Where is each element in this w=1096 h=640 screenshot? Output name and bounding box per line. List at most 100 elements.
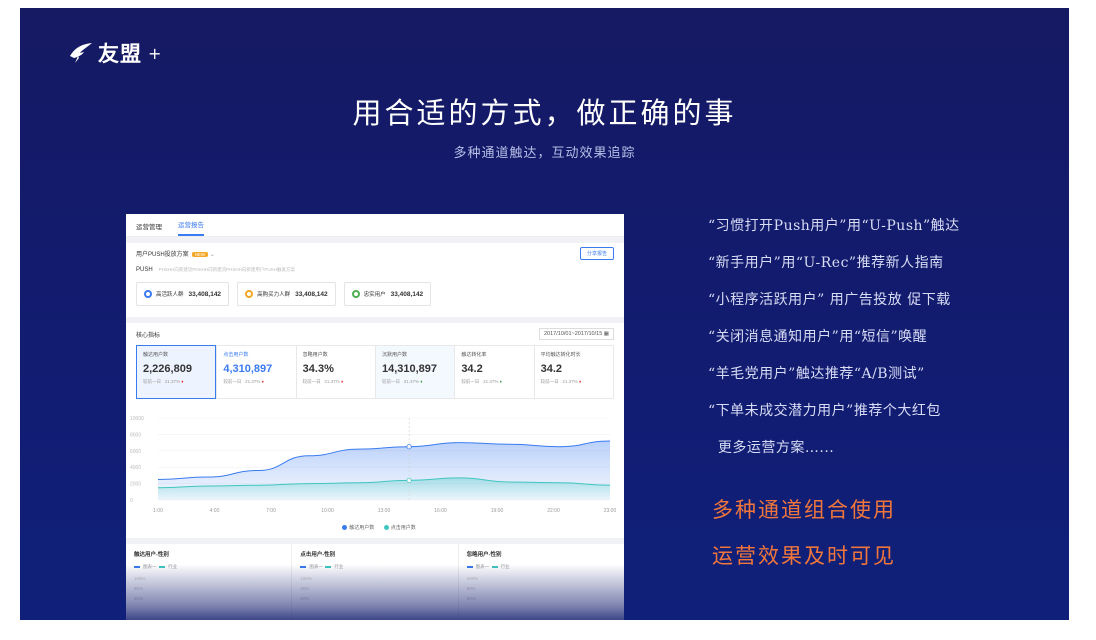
core-title: 核心指标: [136, 332, 161, 339]
dashboard-screenshot: 运营管理 运营报告 用户PUSH投放方案 NEW ⌄ 分享报告 PUSH PHSH…: [126, 214, 624, 620]
metric-card[interactable]: 触达转化率 34.2 较前一日 21.37% ♦: [454, 345, 534, 399]
metric-value: 34.3%: [302, 363, 334, 375]
y-tick-label: 4000: [130, 465, 141, 471]
metric-sub: 较前一日 21.37% ♦: [143, 379, 184, 384]
panel-title: 点击用户-性别: [300, 552, 336, 558]
trend-down-icon: ♦: [261, 379, 264, 384]
x-tick-label: 23:00: [604, 508, 617, 514]
y-tick-label: 2000: [130, 482, 141, 488]
panel-title: 触达用户-性别: [134, 552, 169, 558]
new-badge: NEW: [191, 251, 209, 257]
metric-sub: 较前一日 21.37% ♦: [461, 379, 502, 384]
tab-bar: 运营管理 运营报告: [126, 214, 624, 237]
x-tick-label: 1:00: [153, 508, 163, 514]
tab-report[interactable]: 运营报告: [178, 219, 204, 236]
strategy-list: “习惯打开Push用户”用“U-Push”触达 “新手用户”用“U-Rec”推荐…: [708, 216, 960, 475]
tab-operations[interactable]: 运营管理: [136, 221, 162, 236]
trend-down-icon: ♦: [181, 379, 184, 384]
metric-value: 34.2: [461, 363, 483, 375]
plan-selector[interactable]: 用户PUSH投放方案 NEW ⌄: [136, 249, 215, 258]
metric-sub: 较前一日 21.37% ♦: [223, 379, 264, 384]
strategy-item: “小程序活跃用户” 用广告投放 促下载: [708, 292, 951, 308]
x-tick-label: 16:00: [434, 508, 447, 514]
headline: 用合适的方式，做正确的事: [352, 96, 737, 130]
more-strategies: 更多运营方案…...: [708, 440, 835, 456]
core-metrics-header: 核心指标 2017/10/01~2017/10/15 ▦: [126, 317, 624, 345]
brand-name: 友盟: [98, 42, 142, 66]
x-tick-label: 10:00: [321, 508, 334, 514]
crowd-ring-icon: [351, 290, 360, 298]
metric-card[interactable]: 点击用户数 4,310,897 较前一日 21.37% ♦: [216, 345, 296, 399]
crowd-label: 高购买力人群: [257, 292, 291, 298]
crowd-list: 高活跃人群 33,408,142 高购买力人群 33,408,142 忠实用户 …: [126, 277, 624, 309]
metric-sub: 较前一日 21.37% ♦: [302, 379, 344, 384]
crowd-ring-icon: [144, 290, 152, 298]
bottom-fade: [126, 564, 624, 620]
x-tick-label: 13:00: [378, 508, 391, 514]
metric-card[interactable]: 忽略用户数 34.3% 较前一日 21.37% ♦: [295, 345, 375, 399]
date-range-picker[interactable]: 2017/10/01~2017/10/15 ▦: [539, 328, 614, 340]
crowd-card[interactable]: 忠实用户 33,408,142: [343, 282, 432, 306]
trend-down-icon: ♦: [340, 379, 344, 384]
slide: 友盟 + 用合适的方式，做正确的事 多种通道触达，互动效果追踪 运营管理 运营报…: [20, 8, 1069, 620]
strategy-item: “羊毛党用户”触达推荐“A/B测试”: [708, 366, 925, 382]
legend-swatch: [342, 525, 348, 531]
trend-up-icon: ♦: [499, 379, 502, 384]
metric-card[interactable]: 沉默用户数 14,310,897 较前一日 21.37% ♦: [374, 345, 455, 399]
trend-chart-svg: 10000 8000 6000 4000 2000 0 1:00 4:00 7:00 10:00 1…: [130, 416, 617, 514]
highlight-channels: 多种通道组合使用: [712, 498, 896, 522]
metric-cards: 触达用户数 2,226,809 较前一日 21.37% ♦ 点击用户数 4,31…: [136, 345, 614, 399]
legend-swatch: [383, 525, 389, 531]
subheadline: 多种通道触达，互动效果追踪: [453, 146, 636, 161]
metric-sub: 较前一日 21.37% ♦: [381, 379, 423, 384]
highlight-effects: 运营效果及时可见: [712, 544, 896, 568]
crowd-value: 33,408,142: [295, 290, 328, 298]
crowd-card[interactable]: 高活跃人群 33,408,142: [136, 282, 230, 306]
trend-down-icon: ♦: [578, 379, 582, 384]
crowd-label: 忠实用户: [363, 292, 386, 298]
panel-title: 忽略用户-性别: [466, 552, 502, 558]
brand-suffix: +: [148, 43, 162, 63]
calendar-icon: ▦: [603, 331, 609, 337]
y-tick-label: 8000: [130, 432, 141, 438]
metric-title: 平均触达转化时长: [540, 352, 581, 358]
x-tick-label: 4:00: [210, 508, 220, 514]
chart-legend: 触达用户数 点击用户数: [126, 524, 624, 531]
push-desc: PHSHH向新建流PHSHH向新建流PHSHH向新建用户PUSH触发方案: [158, 267, 295, 272]
bird-logo-icon: [70, 43, 92, 63]
strategy-item: “关闭消息通知用户”用“短信”唤醒: [708, 329, 928, 345]
metric-card[interactable]: 平均触达转化时长 34.2 较前一日 21.37% ♦: [533, 345, 614, 399]
y-tick-label: 0: [130, 498, 133, 504]
brand-logo: 友盟 +: [68, 38, 161, 68]
plan-row: 用户PUSH投放方案 NEW ⌄ 分享报告: [126, 243, 624, 263]
metric-title: 触达用户数: [143, 352, 169, 358]
y-tick-label: 10000: [130, 416, 144, 422]
metric-sub: 较前一日 21.37% ♦: [540, 379, 582, 384]
metric-title: 沉默用户数: [381, 352, 407, 358]
metric-value: 4,310,897: [223, 363, 273, 375]
metric-card[interactable]: 触达用户数 2,226,809 较前一日 21.37% ♦: [136, 345, 217, 399]
crowd-value: 33,408,142: [390, 290, 424, 298]
plan-label: 用户PUSH投放方案: [136, 251, 189, 258]
legend-label: 点击用户数: [390, 525, 416, 531]
metric-title: 忽略用户数: [302, 352, 328, 358]
crowd-ring-icon: [245, 290, 254, 298]
chevron-down-icon: ⌄: [209, 251, 215, 258]
x-tick-label: 22:00: [547, 508, 560, 514]
metric-value: 2,226,809: [143, 363, 192, 375]
crowd-value: 33,408,142: [188, 290, 222, 298]
strategy-item: “习惯打开Push用户”用“U-Push”触达: [708, 218, 960, 234]
share-report-button[interactable]: 分享报告: [579, 246, 614, 260]
push-label: PUSH: [136, 267, 153, 273]
legend-label: 触达用户数: [349, 525, 375, 531]
x-tick-label: 19:00: [491, 508, 504, 514]
date-range-text: 2017/10/01~2017/10/15: [544, 331, 603, 337]
strategy-item: “下单未成交潜力用户”推荐个大红包: [708, 403, 941, 419]
push-row: PUSH PHSHH向新建流PHSHH向新建流PHSHH向新建用户PUSH触发方…: [126, 263, 624, 277]
crowd-card[interactable]: 高购买力人群 33,408,142: [237, 282, 336, 306]
trend-chart: 10000 8000 6000 4000 2000 0 1:00 4:00 7:00 10:00 1…: [126, 410, 624, 530]
metric-value: 14,310,897: [381, 363, 438, 375]
metric-title: 点击用户数: [223, 352, 249, 358]
crowd-label: 高活跃人群: [156, 292, 184, 298]
y-tick-label: 6000: [130, 449, 141, 455]
